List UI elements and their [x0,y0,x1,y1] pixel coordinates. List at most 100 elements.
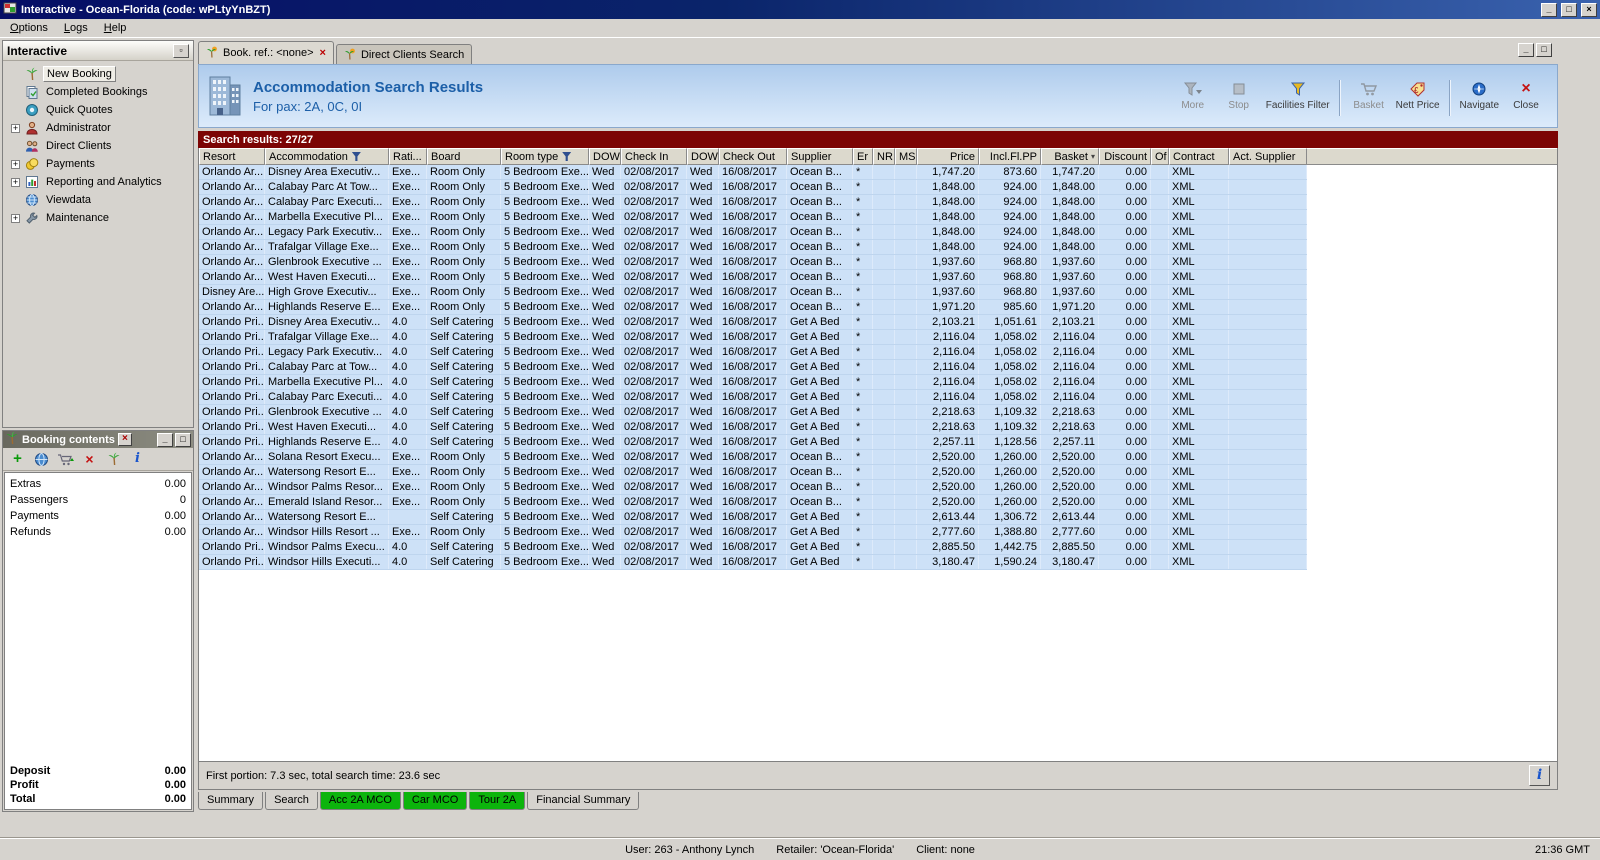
booking-contents-minimize-button[interactable]: _ [157,432,173,447]
result-row[interactable]: Orlando Ar... Trafalgar Village Exe... Exe… [199,240,1307,255]
menu-item[interactable]: Logs [56,20,96,36]
mdi-minimize-button[interactable]: _ [1518,43,1534,57]
result-row[interactable]: Orlando Ar... Watersong Resort E... Exe...… [199,465,1307,480]
result-row[interactable]: Orlando Ar... Disney Area Executiv... Exe.… [199,165,1307,180]
result-row[interactable]: Orlando Pri... Disney Area Executiv... 4.0… [199,315,1307,330]
result-row[interactable]: Orlando Pri... Highlands Reserve E... 4.0 S… [199,435,1307,450]
refresh-palm-button[interactable] [105,451,122,468]
panel-collapse-button[interactable]: ▫ [173,43,189,58]
column-header-dow[interactable]: DOW [687,148,719,165]
column-header-supplier[interactable]: Supplier [787,148,853,165]
result-row[interactable]: Orlando Ar... Marbella Executive Pl... Exe… [199,210,1307,225]
column-header-ms[interactable]: MS [895,148,917,165]
column-header-accommodation[interactable]: Accommodation [265,148,389,165]
column-header-check-out[interactable]: Check Out [719,148,787,165]
sidebar-item[interactable]: + Viewdata [3,191,193,209]
column-header-basket[interactable]: Basket ▾ [1041,148,1099,165]
toolbar-button[interactable]: Basket [1346,77,1392,112]
result-row[interactable]: Orlando Pri... Marbella Executive Pl... 4.… [199,375,1307,390]
result-row[interactable]: Orlando Pri... West Haven Executi... 4.0 Se… [199,420,1307,435]
basket-add-button[interactable] [57,451,74,468]
toolbar-button[interactable]: Navigate [1456,77,1503,112]
column-header-incl-fl-pp[interactable]: Incl.Fl.PP [979,148,1041,165]
info-button[interactable]: i [1529,765,1550,786]
result-row[interactable]: Orlando Ar... Legacy Park Executiv... Exe.… [199,225,1307,240]
result-row[interactable]: Orlando Ar... Windsor Hills Resort ... Exe… [199,525,1307,540]
filter-icon[interactable] [562,152,572,161]
mdi-restore-button[interactable]: □ [1536,43,1552,57]
column-header-board[interactable]: Board [427,148,501,165]
toolbar-button[interactable]: More [1170,77,1216,112]
result-row[interactable]: Orlando Ar... Windsor Palms Resor... Exe..… [199,480,1307,495]
column-header-of[interactable]: Of [1151,148,1169,165]
result-row[interactable]: Orlando Ar... Watersong Resort E... Self C… [199,510,1307,525]
section-tab[interactable]: Tour 2A [469,792,526,810]
column-header-contract[interactable]: Contract [1169,148,1229,165]
toolbar-button[interactable]: Facilities Filter [1262,77,1334,112]
result-row[interactable]: Disney Are... High Grove Executiv... Exe..… [199,285,1307,300]
result-row[interactable]: Orlando Pri... Calabay Parc Executi... 4.0… [199,390,1307,405]
booking-contents-row[interactable]: Passengers 0 [10,492,186,508]
world-icon[interactable] [33,451,50,468]
delete-item-button[interactable]: × [81,451,98,468]
minimize-button[interactable]: _ [1541,2,1557,17]
result-row[interactable]: Orlando Pri... Trafalgar Village Exe... 4.… [199,330,1307,345]
booking-contents-row[interactable]: Extras 0.00 [10,476,186,492]
sidebar-item[interactable]: + Quick Quotes [3,101,193,119]
section-tab[interactable]: Financial Summary [527,792,640,810]
section-tab[interactable]: Acc 2A MCO [319,792,401,810]
column-header-dow[interactable]: DOW [589,148,621,165]
section-tab[interactable]: Summary [198,792,264,810]
booking-contents-close-button[interactable]: × [117,433,132,446]
sidebar-item[interactable]: + Payments [3,155,193,173]
result-row[interactable]: Orlando Ar... Calabay Parc At Tow... Exe..… [199,180,1307,195]
menu-item[interactable]: Help [96,20,135,36]
sidebar-item[interactable]: + Reporting and Analytics [3,173,193,191]
result-row[interactable]: Orlando Pri... Calabay Parc at Tow... 4.0 S… [199,360,1307,375]
toolbar-button[interactable]: £ Nett Price [1392,77,1444,112]
result-row[interactable]: Orlando Ar... Emerald Island Resor... Exe.… [199,495,1307,510]
booking-contents-row[interactable]: Refunds 0.00 [10,524,186,540]
close-button[interactable]: × [1581,2,1597,17]
tab-direct-clients-search[interactable]: Direct Clients Search [335,44,473,64]
sidebar-item[interactable]: + Completed Bookings [3,83,193,101]
filter-icon[interactable] [351,152,361,161]
column-header-er[interactable]: Er [853,148,873,165]
sidebar-item[interactable]: + Direct Clients [3,137,193,155]
result-row[interactable]: Orlando Ar... Highlands Reserve E... Exe..… [199,300,1307,315]
column-header-room-type[interactable]: Room type [501,148,589,165]
tab-close-icon[interactable]: × [320,47,326,59]
result-row[interactable]: Orlando Pri... Windsor Palms Execu... 4.0 S… [199,540,1307,555]
tab-booking-ref[interactable]: Book. ref.: <none> × [198,41,334,64]
expand-icon[interactable]: + [11,213,20,223]
add-item-button[interactable]: + [9,451,26,468]
result-row[interactable]: Orlando Ar... West Haven Executi... Exe...… [199,270,1307,285]
toolbar-button[interactable]: Stop [1216,77,1262,112]
result-row[interactable]: Orlando Ar... Solana Resort Execu... Exe..… [199,450,1307,465]
column-header-act-supplier[interactable]: Act. Supplier [1229,148,1307,165]
result-row[interactable]: Orlando Pri... Legacy Park Executiv... 4.0… [199,345,1307,360]
column-header-check-in[interactable]: Check In [621,148,687,165]
result-row[interactable]: Orlando Pri... Glenbrook Executive ... 4.0… [199,405,1307,420]
column-header-nr[interactable]: NR [873,148,895,165]
section-tab[interactable]: Car MCO [402,792,468,810]
booking-contents-restore-button[interactable]: □ [175,432,191,447]
booking-contents-row[interactable]: Payments 0.00 [10,508,186,524]
column-header-resort[interactable]: Resort [199,148,265,165]
sidebar-item[interactable]: + Administrator [3,119,193,137]
result-row[interactable]: Orlando Ar... Calabay Parc Executi... Exe.… [199,195,1307,210]
menu-item[interactable]: Options [2,20,56,36]
section-tab[interactable]: Search [265,792,318,810]
sidebar-item[interactable]: + Maintenance [3,209,193,227]
result-row[interactable]: Orlando Ar... Glenbrook Executive ... Exe.… [199,255,1307,270]
info-icon-button[interactable]: i [129,451,146,468]
expand-icon[interactable]: + [11,123,20,133]
expand-icon[interactable]: + [11,159,20,169]
sidebar-item[interactable]: + New Booking [3,65,193,83]
column-header-rati[interactable]: Rati... [389,148,427,165]
maximize-button[interactable]: □ [1561,2,1577,17]
toolbar-button[interactable]: × Close [1503,77,1549,112]
result-row[interactable]: Orlando Pri... Windsor Hills Executi... 4.… [199,555,1307,570]
column-header-price[interactable]: Price [917,148,979,165]
expand-icon[interactable]: + [11,177,20,187]
